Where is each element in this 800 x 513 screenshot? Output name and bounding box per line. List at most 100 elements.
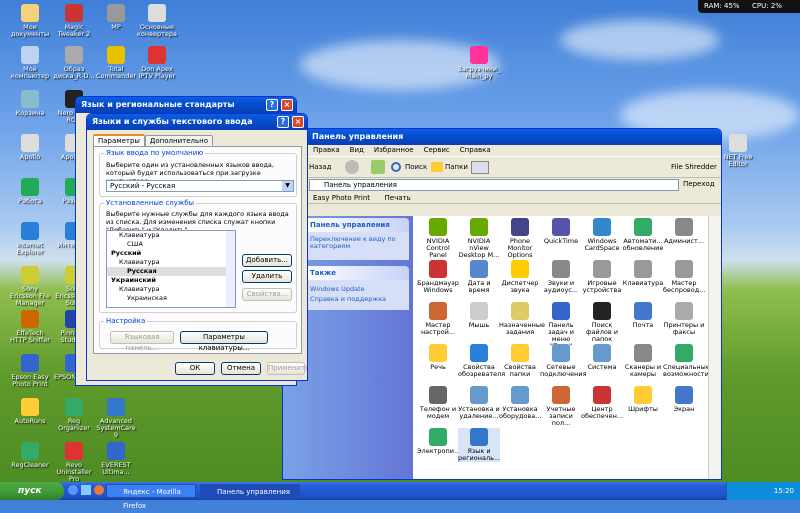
task-firefox[interactable]: Яндекс - Mozilla Firefox xyxy=(106,484,196,510)
control-panel-item[interactable]: Специальные возможности xyxy=(663,344,710,378)
up-folder-icon[interactable] xyxy=(371,160,385,174)
tree-node[interactable]: Клавиатура xyxy=(107,258,235,267)
desktop-icon[interactable]: Magic Tweaker 2 xyxy=(52,4,96,38)
firefox-icon[interactable] xyxy=(94,485,104,495)
desktop-icon[interactable]: EVEREST Ultima... xyxy=(94,442,138,476)
desktop-icon[interactable]: Работа xyxy=(8,178,52,205)
desktop-icon[interactable]: Total Commander xyxy=(94,46,138,80)
easy-photo-print-link[interactable]: Easy Photo Print xyxy=(313,194,370,202)
desktop-icon[interactable]: Apollo xyxy=(8,134,52,161)
control-panel-item[interactable]: Речь xyxy=(417,344,459,371)
desktop-icon[interactable]: Основные конвертера xyxy=(135,4,179,38)
control-panel-item[interactable]: Брандмауэр Windows xyxy=(417,260,459,294)
chevron-down-icon[interactable]: ▼ xyxy=(282,181,293,191)
tree-node[interactable]: Русский xyxy=(107,249,235,258)
control-panel-item[interactable]: Мышь xyxy=(458,302,500,329)
tree-node[interactable]: Клавиатура xyxy=(107,285,235,294)
control-panel-item[interactable]: Система xyxy=(581,344,623,371)
control-panel-item[interactable]: Автомати... обновление xyxy=(622,218,664,252)
desktop-icon[interactable]: Загрузчики_ Main_py xyxy=(457,46,501,80)
desktop-icon[interactable]: Reg Organizer xyxy=(52,398,96,432)
control-panel-item[interactable]: Электропи... xyxy=(417,428,460,455)
desktop-icon[interactable] xyxy=(81,485,91,495)
control-panel-item[interactable]: Телефон и модем xyxy=(417,386,459,420)
control-panel-item[interactable]: Сетевые подключения xyxy=(540,344,587,378)
control-panel-item[interactable]: Установка оборудова... xyxy=(499,386,541,420)
desktop-icon[interactable]: Мой компьютер xyxy=(8,46,52,80)
services-tree[interactable]: Клавиатура США Русский Клавиатура Русская Укр… xyxy=(106,230,236,308)
views-icon[interactable] xyxy=(471,161,489,174)
menu-item[interactable]: Вид xyxy=(350,146,364,154)
desktop-icon[interactable]: NET Free Editor xyxy=(716,134,760,168)
desktop-icon[interactable]: Мои документы xyxy=(8,4,52,38)
menu-item[interactable]: Правка xyxy=(313,146,340,154)
print-link[interactable]: Печать xyxy=(385,194,411,202)
control-panel-item[interactable]: Учетные записи пол... xyxy=(540,386,582,427)
tree-node[interactable]: Русская xyxy=(107,267,235,276)
control-panel-item[interactable]: Панель задач и меню "Пуск" xyxy=(540,302,582,350)
desktop-icon[interactable]: AutoRuns xyxy=(8,398,52,425)
control-panel-item[interactable]: Экран xyxy=(663,386,705,413)
ie-icon[interactable] xyxy=(68,485,78,495)
control-panel-item[interactable]: Шрифты xyxy=(622,386,664,413)
tab-advanced[interactable]: Дополнительно xyxy=(144,135,213,146)
task-control-panel[interactable]: Панель управления xyxy=(200,484,300,498)
desktop-icon[interactable]: RegCleaner xyxy=(8,442,52,469)
control-panel-titlebar[interactable]: Панель управления xyxy=(283,129,721,145)
add-button[interactable]: Добавить... xyxy=(242,254,292,267)
control-panel-item[interactable]: Центр обеспечен... xyxy=(581,386,623,420)
desktop-icon[interactable]: Advanced SystemCare 9 xyxy=(94,398,138,439)
search-button[interactable]: Поиск xyxy=(405,163,427,171)
menu-item[interactable]: Сервис xyxy=(424,146,450,154)
control-panel-item[interactable]: Принтеры и факсы xyxy=(663,302,705,336)
menu-item[interactable]: Избранное xyxy=(374,146,414,154)
windows-update-link[interactable]: Windows Update xyxy=(310,284,404,294)
control-panel-item[interactable]: Диспетчер звука xyxy=(499,260,541,294)
default-language-select[interactable]: Русский - Русская ▼ xyxy=(106,180,294,192)
ok-button[interactable]: ОК xyxy=(175,362,215,375)
tab-parameters[interactable]: Параметры xyxy=(93,134,145,146)
back-button[interactable]: Назад xyxy=(309,163,331,171)
desktop-icon[interactable]: Sony Ericsson File Manager xyxy=(8,266,52,307)
tree-scrollbar[interactable] xyxy=(226,231,235,307)
tree-node[interactable]: Украинский xyxy=(107,276,235,285)
regional-close-button[interactable]: × xyxy=(281,99,293,111)
control-panel-item[interactable]: Звуки и аудиоус... xyxy=(540,260,582,294)
control-panel-item[interactable]: Phone Monitor Options xyxy=(499,218,541,259)
file-shredder-button[interactable]: File Shredder xyxy=(671,163,717,171)
properties-button[interactable]: Свойства... xyxy=(242,288,292,301)
desktop-icon[interactable]: Образ диска_R-D... xyxy=(52,46,96,80)
control-panel-item[interactable]: Назначенные задания xyxy=(499,302,545,336)
dialog-close-button[interactable]: × xyxy=(292,116,304,128)
desktop-icon[interactable]: Internet Explorer xyxy=(8,222,52,256)
cancel-button[interactable]: Отмена xyxy=(221,362,261,375)
control-panel-item[interactable]: Игровые устройства xyxy=(581,260,623,294)
control-panel-item[interactable]: Windows CardSpace xyxy=(581,218,623,252)
control-panel-item[interactable]: NVIDIA Control Panel xyxy=(417,218,459,259)
tree-node[interactable]: Клавиатура xyxy=(107,231,235,240)
desktop-icon[interactable]: Don Apex IPTV Player xyxy=(135,46,179,80)
control-panel-item[interactable]: Админист... xyxy=(663,218,705,245)
control-panel-item[interactable]: Клавиатура xyxy=(622,260,664,287)
control-panel-item[interactable]: QuickTime xyxy=(540,218,582,245)
remove-button[interactable]: Удалить xyxy=(242,270,292,283)
control-panel-item[interactable]: Дата и время xyxy=(458,260,500,294)
forward-icon[interactable] xyxy=(345,160,359,174)
keyboard-settings-button[interactable]: Параметры клавиатуры... xyxy=(180,331,268,352)
control-panel-item[interactable]: NVIDIA nView Desktop M... xyxy=(458,218,500,259)
dialog-titlebar[interactable]: Языки и службы текстового ввода ? × xyxy=(87,114,307,130)
control-panel-item[interactable]: Почта xyxy=(622,302,664,329)
tree-node[interactable]: США xyxy=(107,240,235,249)
menu-item[interactable]: Справка xyxy=(460,146,491,154)
regional-settings-titlebar[interactable]: Язык и региональные стандарты ? × xyxy=(76,97,296,113)
desktop-icon[interactable]: Корзина xyxy=(8,90,52,117)
control-panel-item[interactable]: Мастер настрой... xyxy=(417,302,459,336)
help-support-link[interactable]: Справка и поддержка xyxy=(310,294,404,304)
dialog-help-button[interactable]: ? xyxy=(277,116,289,128)
desktop-icon[interactable]: MP xyxy=(94,4,138,31)
tree-node[interactable]: Украинская xyxy=(107,294,235,303)
control-panel-item[interactable]: Мастер беспровод... xyxy=(663,260,705,294)
control-panel-item[interactable]: Язык и региональ... xyxy=(458,428,500,462)
start-button[interactable]: пуск xyxy=(0,482,64,500)
go-button[interactable]: Переход xyxy=(683,180,715,188)
